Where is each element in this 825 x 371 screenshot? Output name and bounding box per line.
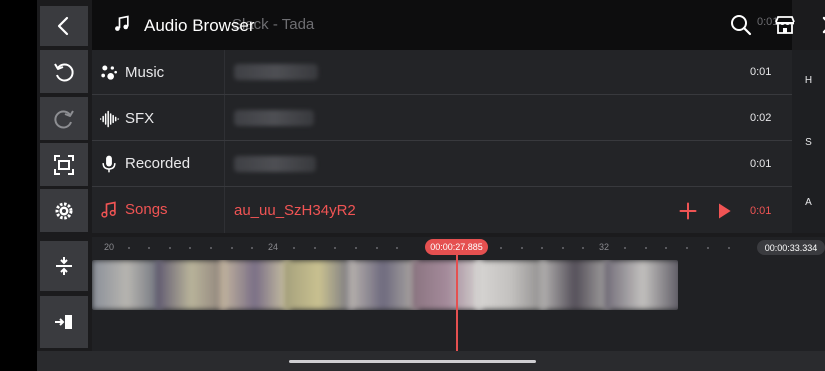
ruler-tick bbox=[148, 247, 150, 249]
play-icon[interactable] bbox=[714, 201, 734, 221]
category-music[interactable]: Music bbox=[92, 50, 224, 95]
page-title: Audio Browser bbox=[144, 16, 255, 35]
clip-thumbnail bbox=[412, 260, 482, 310]
clip-thumbnail bbox=[92, 260, 162, 310]
microphone-icon bbox=[102, 155, 116, 172]
music-cluster-icon bbox=[101, 65, 117, 80]
ruler-tick bbox=[314, 247, 316, 249]
selected-track-name[interactable]: au_uu_SzH34yR2 bbox=[234, 202, 356, 219]
ruler-tick bbox=[210, 247, 212, 249]
ruler-tick bbox=[376, 247, 378, 249]
music-note-icon bbox=[115, 15, 129, 31]
app-window: Slack - Tada Audio Browser 0:01 Music SF… bbox=[37, 0, 825, 371]
ruler-tick bbox=[562, 247, 564, 249]
ruler-label: 20 bbox=[104, 242, 115, 252]
row-divider bbox=[92, 186, 792, 187]
ruler-tick bbox=[582, 247, 584, 249]
playhead[interactable] bbox=[456, 247, 458, 351]
waveform-icon bbox=[99, 110, 119, 127]
row-divider bbox=[92, 94, 792, 95]
undo-button[interactable] bbox=[40, 50, 88, 93]
browser-header: Slack - Tada Audio Browser 0:01 bbox=[92, 0, 825, 50]
gear-icon bbox=[55, 202, 73, 219]
clip-thumbnail bbox=[604, 260, 678, 310]
fit-screen-icon bbox=[54, 154, 74, 175]
ruler-label: 24 bbox=[268, 242, 279, 252]
category-sfx[interactable]: SFX bbox=[92, 96, 224, 141]
blurred-track-name[interactable] bbox=[234, 156, 316, 172]
ruler-tick bbox=[645, 247, 647, 249]
ruler-tick bbox=[169, 247, 171, 249]
ruler-tick bbox=[686, 247, 688, 249]
index-letter[interactable]: A bbox=[792, 197, 825, 208]
search-icon[interactable] bbox=[729, 13, 753, 37]
back-button[interactable] bbox=[40, 6, 88, 46]
ruler-tick bbox=[189, 247, 191, 249]
track-duration: 0:01 bbox=[750, 66, 772, 78]
category-label: SFX bbox=[125, 110, 155, 127]
adjust-layers-button[interactable] bbox=[40, 241, 88, 291]
current-time-badge: 00:00:27.885 bbox=[425, 239, 488, 255]
category-label: Songs bbox=[125, 201, 168, 218]
ruler-tick bbox=[396, 247, 398, 249]
add-icon[interactable] bbox=[678, 201, 698, 221]
ruler-tick bbox=[665, 247, 667, 249]
category-label: Music bbox=[125, 64, 165, 81]
undo-icon bbox=[54, 62, 74, 81]
redo-icon bbox=[54, 109, 74, 128]
ruler-tick bbox=[128, 247, 130, 249]
track-duration: 0:02 bbox=[750, 112, 772, 124]
ruler-tick bbox=[707, 247, 709, 249]
insert-button[interactable] bbox=[40, 296, 88, 348]
blurred-track-name[interactable] bbox=[234, 64, 318, 80]
settings-button[interactable] bbox=[40, 189, 88, 232]
ruler-tick bbox=[251, 247, 253, 249]
fit-screen-button[interactable] bbox=[40, 143, 88, 186]
audio-browser-panel: Slack - Tada Audio Browser 0:01 Music SF… bbox=[92, 0, 825, 233]
clip-thumbnail bbox=[284, 260, 354, 310]
ruler-tick bbox=[355, 247, 357, 249]
ruler-tick bbox=[500, 247, 502, 249]
clip-thumbnail bbox=[540, 260, 610, 310]
total-time-badge: 00:00:33.334 bbox=[757, 240, 825, 255]
blurred-track-name[interactable] bbox=[234, 110, 314, 126]
home-indicator[interactable] bbox=[289, 360, 536, 363]
back-arrow-icon bbox=[57, 16, 69, 36]
clip-thumbnail bbox=[220, 260, 290, 310]
ruler-tick bbox=[231, 247, 233, 249]
category-recorded[interactable]: Recorded bbox=[92, 141, 224, 186]
video-clip-thumbnails[interactable] bbox=[92, 260, 678, 310]
track-duration: 0:01 bbox=[750, 205, 772, 217]
adjust-layers-icon bbox=[56, 257, 72, 275]
ruler-tick bbox=[624, 247, 626, 249]
ruler-tick bbox=[334, 247, 336, 249]
index-letter[interactable]: S bbox=[792, 137, 825, 148]
close-icon[interactable] bbox=[819, 13, 825, 37]
ruler-tick bbox=[293, 247, 295, 249]
ruler-tick bbox=[728, 247, 730, 249]
ruler-tick bbox=[541, 247, 543, 249]
row-divider bbox=[92, 140, 792, 141]
category-songs[interactable]: Songs bbox=[92, 187, 224, 232]
clip-thumbnail bbox=[348, 260, 418, 310]
category-label: Recorded bbox=[125, 155, 191, 172]
timeline-panel[interactable]: 20 24 32 00:00:27.885 00:00:33.334 bbox=[92, 237, 825, 351]
column-divider bbox=[224, 50, 225, 233]
clip-thumbnail bbox=[476, 260, 546, 310]
alphabet-index[interactable]: H S A bbox=[792, 50, 825, 233]
store-icon[interactable] bbox=[773, 13, 797, 37]
insert-icon bbox=[55, 315, 72, 329]
redo-button[interactable] bbox=[40, 97, 88, 140]
index-letter[interactable]: H bbox=[792, 75, 825, 86]
ruler-tick bbox=[521, 247, 523, 249]
ruler-label: 32 bbox=[599, 242, 610, 252]
system-nav-bar bbox=[37, 351, 825, 371]
music-note-icon bbox=[101, 200, 116, 218]
clip-thumbnail bbox=[156, 260, 226, 310]
track-duration: 0:01 bbox=[750, 158, 772, 170]
